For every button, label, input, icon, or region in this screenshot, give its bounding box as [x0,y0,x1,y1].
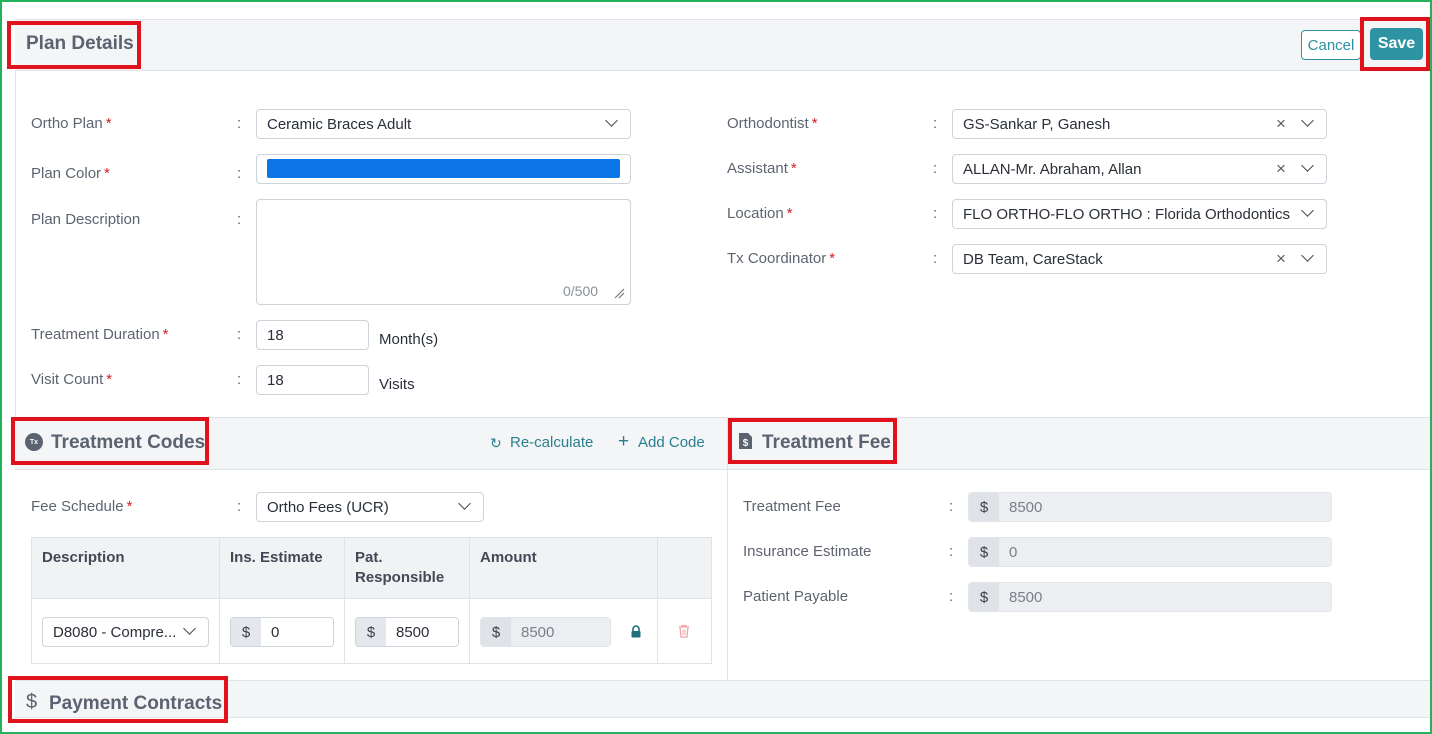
currency-symbol: $ [231,618,261,646]
resize-handle-icon[interactable] [613,286,625,299]
cancel-button[interactable]: Cancel [1301,30,1361,60]
visit-count-value: 18 [267,371,284,389]
ortho-plan-select[interactable]: Ceramic Braces Adult [256,109,631,139]
patient-payable-label: Patient Payable [743,588,849,605]
colon: : [949,543,954,560]
amount-input: $ 8500 [480,617,611,647]
procedure-code-value: D8080 - Compre... [53,623,177,641]
fee-schedule-value: Ortho Fees (UCR) [267,498,389,516]
patient-payable-value: 8500 [999,583,1331,611]
insurance-estimate-field: $ 0 [968,537,1332,567]
colon: : [933,205,938,222]
column-header-ins-estimate: Ins. Estimate [230,549,323,566]
currency-symbol: $ [969,583,999,611]
location-label: Location * [727,205,793,222]
insurance-estimate-value: 0 [999,538,1331,566]
tx-coordinator-select[interactable]: DB Team, CareStack [952,244,1327,274]
amount-value: 8500 [511,618,610,646]
plan-details-header [15,19,1430,71]
treatment-duration-unit: Month(s) [379,331,439,348]
delete-icon[interactable] [678,624,690,638]
treatment-section-header [15,417,1430,470]
treatment-duration-input[interactable]: 18 [256,320,369,350]
colon: : [933,250,938,267]
procedure-code-select[interactable]: D8080 - Compre... [42,617,209,647]
colon: : [933,160,938,177]
pat-responsible-value: 8500 [386,618,458,646]
assistant-value: ALLAN-Mr. Abraham, Allan [963,160,1142,178]
column-header-description: Description [42,549,125,566]
column-divider [469,537,470,664]
assistant-label: Assistant * [727,160,797,177]
plan-color-label: Plan Color * [31,165,110,182]
column-header-amount: Amount [480,549,537,566]
patient-payable-field: $ 8500 [968,582,1332,612]
treatment-duration-value: 18 [267,326,284,344]
location-value: FLO ORTHO-FLO ORTHO : Florida Orthodonti… [963,205,1291,223]
currency-symbol: $ [969,538,999,566]
fee-schedule-select[interactable]: Ortho Fees (UCR) [256,492,484,522]
plus-icon[interactable]: + [618,432,629,451]
colon: : [237,498,242,515]
column-header-pat-responsible: Pat. Responsible [355,549,445,586]
column-divider [219,537,220,664]
plan-color-swatch[interactable] [267,159,620,178]
clear-icon[interactable]: × [1276,160,1286,177]
recalculate-icon[interactable]: ↻ [490,436,504,450]
treatment-fee-label: Treatment Fee [743,498,841,515]
treatment-duration-label: Treatment Duration * [31,326,169,343]
location-select[interactable]: FLO ORTHO-FLO ORTHO : Florida Orthodonti… [952,199,1327,229]
tx-coordinator-value: DB Team, CareStack [963,250,1103,268]
add-code-link[interactable]: Add Code [638,434,705,451]
highlight-treatment-codes [11,417,209,465]
highlight-payment-contracts [8,676,228,723]
orthodontist-label: Orthodontist * [727,115,818,132]
currency-symbol: $ [481,618,511,646]
column-divider [344,537,345,664]
treatment-fee-value: 8500 [999,493,1331,521]
ins-estimate-input[interactable]: $ 0 [230,617,334,647]
clear-icon[interactable]: × [1276,250,1286,267]
highlight-plan-details [7,21,141,69]
visit-count-label: Visit Count * [31,371,113,388]
ins-estimate-value: 0 [261,618,333,646]
colon: : [949,498,954,515]
lock-icon[interactable] [631,625,641,638]
recalculate-link[interactable]: Re-calculate [510,434,593,451]
highlight-save [1360,17,1430,71]
pat-responsible-input[interactable]: $ 8500 [355,617,459,647]
colon: : [237,371,242,388]
tx-coordinator-label: Tx Coordinator * [727,250,836,267]
orthodontist-select[interactable]: GS-Sankar P, Ganesh [952,109,1327,139]
visit-count-unit: Visits [379,376,415,393]
plan-description-label: Plan Description [31,211,141,228]
insurance-estimate-label: Insurance Estimate [743,543,872,560]
currency-symbol: $ [356,618,386,646]
left-border-line [15,71,16,417]
orthodontist-value: GS-Sankar P, Ganesh [963,115,1111,133]
colon: : [237,165,242,182]
colon: : [237,115,242,132]
highlight-treatment-fee [728,418,897,464]
treatment-fee-field: $ 8500 [968,492,1332,522]
ortho-plan-value: Ceramic Braces Adult [267,115,412,133]
colon: : [237,211,242,228]
colon: : [237,326,242,343]
character-counter: 0/500 [563,283,599,299]
ortho-plan-label: Ortho Plan * [31,115,112,132]
column-divider [657,537,658,664]
assistant-select[interactable]: ALLAN-Mr. Abraham, Allan [952,154,1327,184]
colon: : [949,588,954,605]
colon: : [933,115,938,132]
clear-icon[interactable]: × [1276,115,1286,132]
fee-schedule-label: Fee Schedule * [31,498,133,515]
visit-count-input[interactable]: 18 [256,365,369,395]
currency-symbol: $ [969,493,999,521]
